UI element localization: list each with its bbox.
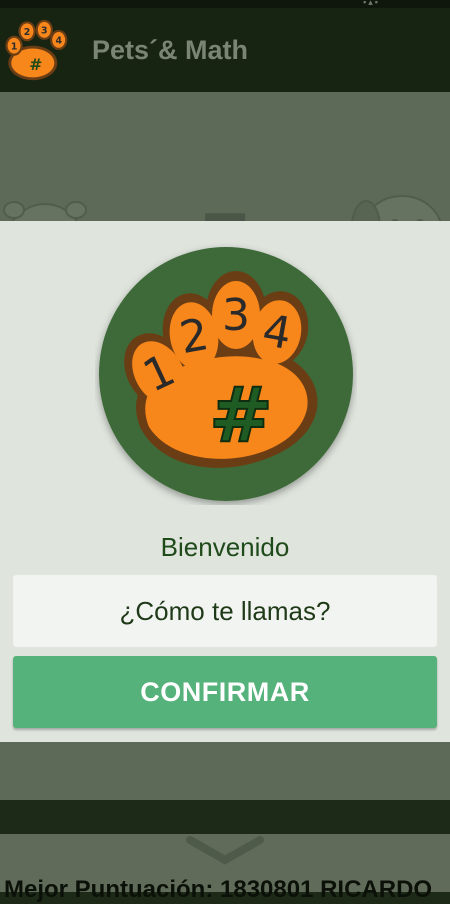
status-icons: ▪▴▪ (363, 0, 380, 7)
confirm-button[interactable]: CONFIRMAR (13, 656, 437, 728)
app-logo-digit: 2 (24, 27, 31, 38)
paw-logo-icon: 1 2 3 4 # (5, 19, 68, 81)
paw-logo-icon: 1 2 3 4 # (99, 247, 353, 501)
app-title: Pets´& Math (92, 34, 249, 65)
name-input[interactable] (13, 575, 437, 647)
welcome-dialog: 1 2 3 4 # Bienvenido CONFIRMAR (0, 221, 450, 742)
app-logo-digit: 3 (41, 25, 48, 36)
chevron-down-icon (186, 836, 264, 865)
paw-digit: 3 (222, 290, 250, 341)
best-score-label: Mejor Puntuación: 1830801 RICARDO (4, 876, 433, 903)
app-bar: 1 2 3 4 # Pets´& Math (0, 8, 450, 92)
app-logo-digit: 1 (11, 41, 18, 52)
status-bar: ▪▴▪ (0, 0, 450, 8)
app-logo-symbol: # (29, 55, 42, 74)
app-logo-digit: 4 (55, 36, 62, 47)
welcome-title: Bienvenido (160, 532, 290, 562)
paw-symbol: # (209, 370, 273, 459)
